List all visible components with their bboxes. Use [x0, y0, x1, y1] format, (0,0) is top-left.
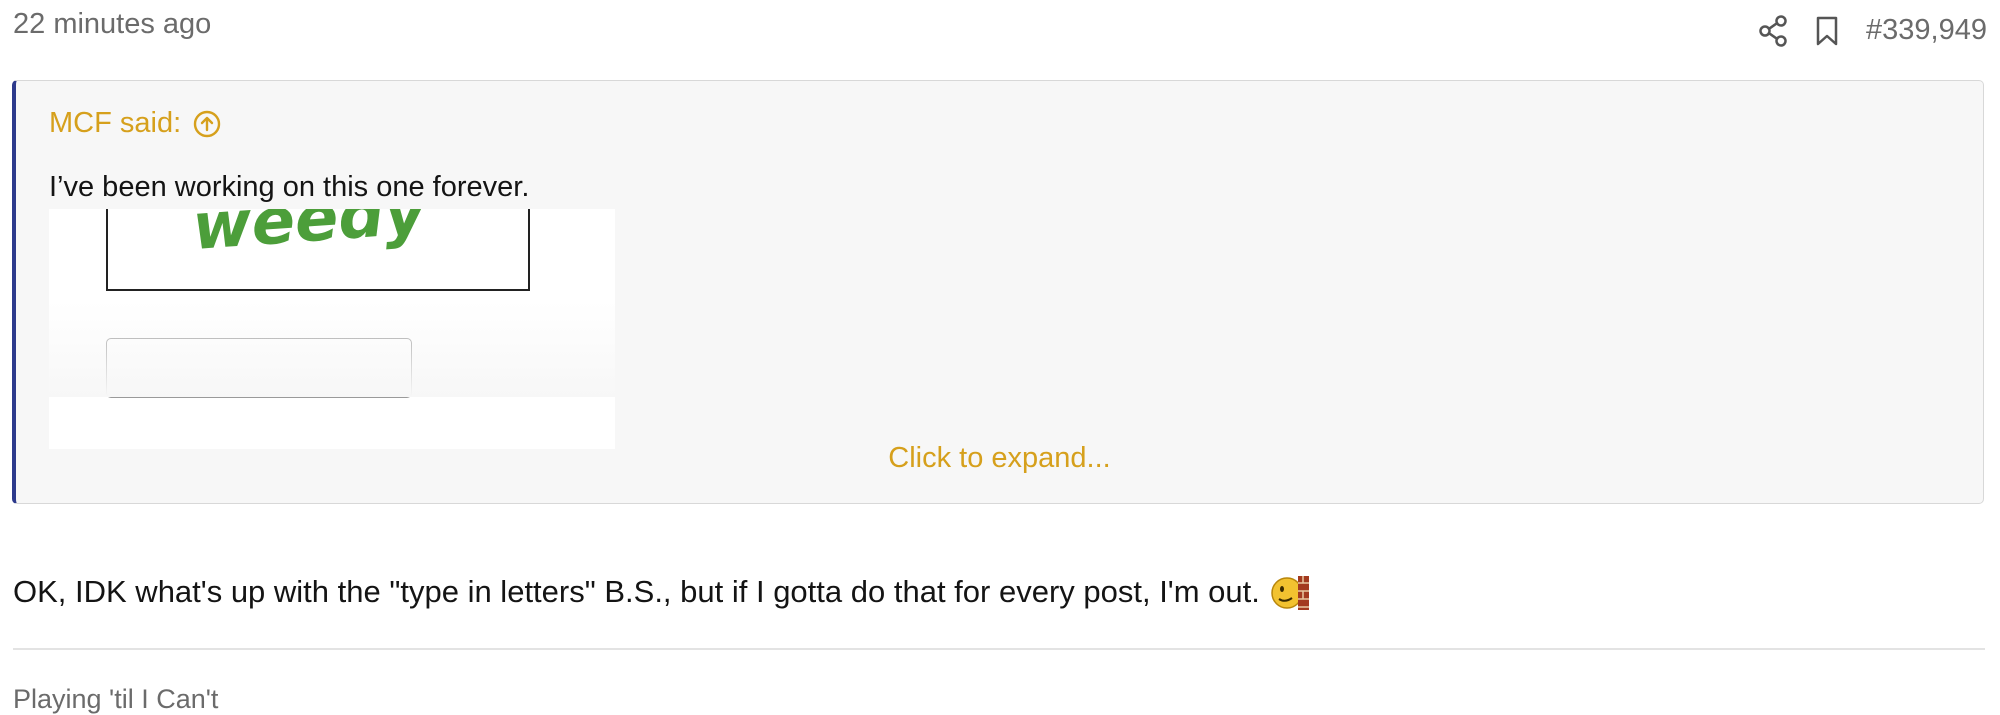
post-number-link[interactable]: #339,949 [1866, 14, 1987, 47]
share-icon [1759, 14, 1787, 47]
captcha-screenshot: weedy [49, 209, 615, 449]
post-message-text: OK, IDK what's up with the "type in lett… [13, 574, 1260, 609]
bookmark-icon [1816, 16, 1838, 45]
post: 22 minutes ago #339,949 MCF said: I’ve b… [0, 0, 2000, 714]
captcha-input-field [106, 338, 412, 398]
bookmark-button[interactable] [1814, 15, 1840, 47]
signature-divider [13, 648, 1985, 650]
captcha-image: weedy [190, 209, 430, 265]
user-signature: Playing 'til I Can't [13, 684, 219, 714]
post-actions: #339,949 [1758, 14, 1987, 47]
expand-quote-link[interactable]: Click to expand... [16, 442, 1983, 475]
quote-block: MCF said: I’ve been working on this one … [12, 80, 1984, 504]
post-timestamp[interactable]: 22 minutes ago [13, 8, 211, 41]
captcha-image-box: weedy [106, 209, 530, 291]
quote-author-link[interactable]: MCF said: [49, 107, 221, 140]
post-message: OK, IDK what's up with the "type in lett… [13, 572, 1310, 612]
captcha-text: weedy [190, 209, 430, 265]
arrow-up-circle-icon [193, 110, 221, 137]
banging-head-emoji [1271, 576, 1309, 610]
quote-text: I’ve been working on this one forever. [49, 171, 530, 203]
share-button[interactable] [1758, 14, 1788, 47]
quote-author-label: MCF said: [49, 107, 182, 139]
